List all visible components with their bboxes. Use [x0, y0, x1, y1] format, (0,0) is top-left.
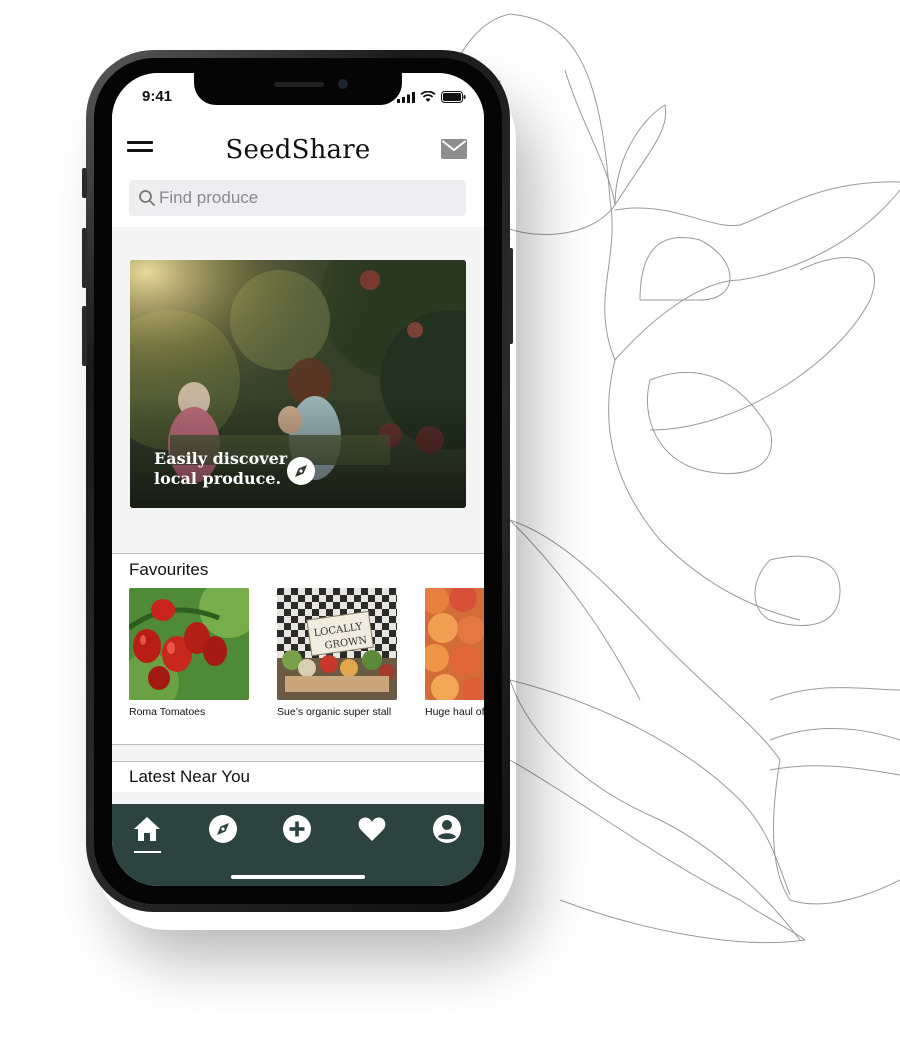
favourite-caption: Roma Tomatoes — [129, 706, 206, 718]
active-tab-indicator — [134, 851, 161, 853]
favourite-caption: Sue’s organic super stall — [277, 706, 392, 718]
signal-icon — [397, 91, 415, 103]
stage: 9:41 SeedShare Find produce Easily disco… — [0, 0, 900, 1050]
home-icon[interactable] — [132, 814, 162, 844]
compass-icon — [287, 457, 315, 485]
latest-near-you-title: Latest Near You — [129, 767, 250, 786]
favourite-card-roma-tomatoes[interactable]: Roma Tomatoes — [129, 588, 249, 717]
hero-caption-line-1: Easily discover — [154, 449, 288, 468]
volume-up-button — [82, 228, 87, 288]
front-camera — [338, 79, 348, 89]
power-button — [508, 248, 513, 344]
phone-screen: 9:41 SeedShare Find produce Easily disco… — [112, 73, 484, 886]
search-icon — [139, 190, 155, 206]
add-icon[interactable] — [282, 814, 312, 844]
latest-near-you-section: Latest Near You — [112, 761, 484, 792]
status-time: 9:41 — [142, 88, 173, 105]
nectarines-image — [425, 588, 484, 700]
locally-grown-stall-image: LOCALLY GROWN — [277, 588, 397, 700]
battery-icon — [441, 91, 466, 103]
hero-caption: Easily discover local produce. — [154, 449, 287, 489]
phone-notch — [194, 73, 402, 105]
tomatoes-image — [129, 588, 249, 700]
silent-switch — [82, 168, 87, 198]
volume-down-button — [82, 306, 87, 366]
favourites-title: Favourites — [129, 560, 209, 579]
hero-discover-card[interactable]: Easily discover local produce. — [130, 260, 466, 508]
home-indicator[interactable] — [231, 875, 365, 879]
favourite-card-sues-organic-stall[interactable]: LOCALLY GROWN Sue’s organic super stall — [277, 588, 397, 717]
search-input[interactable] — [159, 180, 459, 216]
mail-icon[interactable] — [441, 139, 467, 159]
app-brand-title: SeedShare — [225, 135, 371, 165]
favourite-card-clip: Huge haul of Nectarines — [425, 588, 484, 738]
app-header: SeedShare — [112, 119, 484, 227]
favourites-section: Favourites Roma Tomatoes LOCALLY GROWN S… — [112, 553, 484, 745]
wifi-icon — [420, 91, 436, 102]
favourite-caption: Huge haul of Nectarines — [425, 706, 484, 718]
heart-icon[interactable] — [357, 814, 387, 844]
bottom-tab-bar — [112, 804, 484, 886]
favourite-card-nectarines[interactable]: Huge haul of Nectarines — [425, 588, 484, 717]
account-icon[interactable] — [432, 814, 462, 844]
status-icons — [397, 91, 466, 103]
hero-caption-line-2: local produce. — [154, 469, 282, 488]
compass-icon[interactable] — [208, 814, 238, 844]
earpiece-speaker — [274, 82, 324, 87]
